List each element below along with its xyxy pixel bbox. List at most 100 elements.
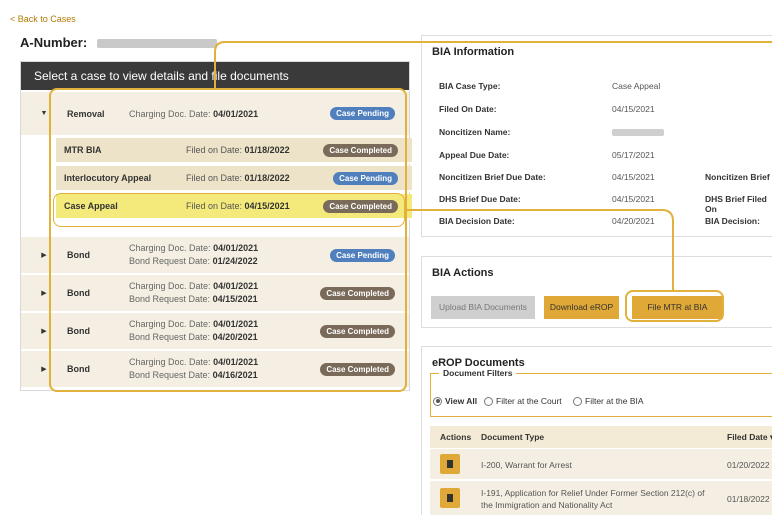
caret-right-icon[interactable]: ▶ bbox=[37, 327, 51, 335]
sub-case-date: Filed on Date: 01/18/2022 bbox=[186, 145, 290, 155]
document-filters: Document Filters View All Filter at the … bbox=[430, 368, 772, 417]
sub-case-date: Filed on Date: 01/18/2022 bbox=[186, 173, 290, 183]
field-label: Noncitizen Brief Fi bbox=[705, 172, 772, 182]
filed-label: Filed on Date: bbox=[186, 145, 243, 155]
back-to-cases-link[interactable]: < Back to Cases bbox=[10, 14, 76, 24]
filed-label: Filed on Date: bbox=[186, 201, 243, 211]
case-row-bond[interactable]: ▶ Bond Charging Doc. Date: 04/01/2021 Bo… bbox=[21, 313, 409, 350]
filter-at-court[interactable]: Filter at the Court bbox=[484, 396, 562, 406]
document-icon[interactable] bbox=[440, 454, 460, 474]
download-erop-button[interactable]: Download eROP bbox=[544, 296, 619, 319]
document-type: I-191, Application for Relief Under Form… bbox=[481, 487, 704, 511]
a-number-label: A-Number: bbox=[20, 35, 88, 50]
case-type: Bond bbox=[67, 364, 90, 374]
caret-right-icon[interactable]: ▶ bbox=[37, 251, 51, 259]
filed-date: 01/18/2022 bbox=[244, 173, 290, 183]
radio-selected-icon[interactable] bbox=[433, 396, 442, 406]
field-value: 04/15/2021 bbox=[612, 172, 655, 182]
case-panel-title: Select a case to view details and file d… bbox=[21, 62, 409, 90]
erop-documents-title: eROP Documents bbox=[432, 357, 525, 369]
case-type: Bond bbox=[67, 326, 90, 336]
filed-date: 01/18/2022 bbox=[727, 494, 770, 504]
status-badge: Case Completed bbox=[323, 143, 398, 157]
field-value: 04/20/2021 bbox=[612, 216, 655, 226]
field-value: Case Appeal bbox=[612, 81, 661, 91]
charging-doc: Charging Doc. Date: 04/01/2021 bbox=[129, 109, 258, 119]
filter-label: Filter at the BIA bbox=[585, 396, 644, 406]
filter-label: Filter at the Court bbox=[496, 396, 562, 406]
field-label: Appeal Due Date: bbox=[439, 150, 510, 160]
sub-case-case-appeal[interactable]: Case Appeal Filed on Date: 04/15/2021 Ca… bbox=[56, 194, 412, 220]
charge-date: 04/01/2021 bbox=[213, 281, 259, 291]
filter-at-bia[interactable]: Filter at the BIA bbox=[573, 396, 644, 406]
field-label: Noncitizen Name: bbox=[439, 127, 511, 137]
caret-down-icon[interactable]: ▼ bbox=[37, 110, 51, 117]
status-badge: Case Completed bbox=[320, 324, 395, 338]
bond-request-label: Bond Request Date: bbox=[129, 370, 211, 380]
case-panel: Select a case to view details and file d… bbox=[20, 61, 412, 391]
charge-label: Charging Doc. Date: bbox=[129, 357, 211, 367]
case-row-removal[interactable]: ▼ Removal Charging Doc. Date: 04/01/2021… bbox=[21, 92, 409, 136]
bond-request-date: 04/20/2021 bbox=[212, 332, 258, 342]
sub-case-date: Filed on Date: 04/15/2021 bbox=[186, 201, 290, 211]
charge-date: 04/01/2021 bbox=[213, 319, 259, 329]
bond-request-date: 04/16/2021 bbox=[212, 370, 258, 380]
field-label: Filed On Date: bbox=[439, 104, 497, 114]
status-badge: Case Completed bbox=[320, 362, 395, 376]
status-badge: Case Pending bbox=[333, 171, 398, 185]
document-type-line2: the Immigration and Nationality Act bbox=[481, 500, 613, 510]
charge-label: Charging Doc. Date: bbox=[129, 319, 211, 329]
erop-documents-card: eROP Documents Document Filters View All… bbox=[421, 346, 772, 515]
charge-label: Charging Doc. Date: bbox=[129, 243, 211, 253]
filed-label: Filed on Date: bbox=[186, 173, 243, 183]
table-row: I-200, Warrant for Arrest 01/20/2022 bbox=[430, 449, 772, 480]
table-row: I-191, Application for Relief Under Form… bbox=[430, 481, 772, 515]
bond-request-label: Bond Request Date: bbox=[129, 256, 211, 266]
bond-request-date: 04/15/2021 bbox=[212, 294, 258, 304]
filed-date: 01/18/2022 bbox=[244, 145, 290, 155]
document-type: I-200, Warrant for Arrest bbox=[481, 460, 572, 470]
case-row-bond[interactable]: ▶ Bond Charging Doc. Date: 04/01/2021 Bo… bbox=[21, 275, 409, 312]
field-label: DHS Brief Filed On bbox=[705, 194, 767, 214]
bond-dates: Charging Doc. Date: 04/01/2021 Bond Requ… bbox=[129, 356, 258, 382]
column-filed-date[interactable]: Filed Date ▾ bbox=[727, 432, 772, 443]
column-actions: Actions bbox=[440, 432, 472, 442]
filed-date: 04/15/2021 bbox=[244, 201, 290, 211]
bia-actions-title: BIA Actions bbox=[432, 267, 494, 279]
caret-right-icon[interactable]: ▶ bbox=[37, 365, 51, 373]
field-value: 05/17/2021 bbox=[612, 150, 655, 160]
sub-case-type: Interlocutory Appeal bbox=[64, 173, 152, 183]
case-row-bond[interactable]: ▶ Bond Charging Doc. Date: 04/01/2021 Bo… bbox=[21, 351, 409, 388]
charge-label: Charging Doc. Date: bbox=[129, 108, 211, 119]
filed-date: 01/20/2022 bbox=[727, 460, 770, 470]
sub-case-mtr-bia[interactable]: MTR BIA Filed on Date: 01/18/2022 Case C… bbox=[56, 138, 412, 164]
redacted-a-number bbox=[96, 39, 217, 49]
case-type: Bond bbox=[67, 288, 90, 298]
document-icon[interactable] bbox=[440, 488, 460, 508]
field-value: 04/15/2021 bbox=[612, 194, 655, 204]
sub-case-interlocutory[interactable]: Interlocutory Appeal Filed on Date: 01/1… bbox=[56, 166, 412, 192]
charge-label: Charging Doc. Date: bbox=[129, 281, 211, 291]
case-row-bond[interactable]: ▶ Bond Charging Doc. Date: 04/01/2021 Bo… bbox=[21, 237, 409, 274]
radio-icon[interactable] bbox=[573, 396, 582, 406]
sub-case-type: MTR BIA bbox=[64, 145, 102, 155]
bia-information-card: BIA Information BIA Case Type: Case Appe… bbox=[421, 35, 772, 237]
field-label: BIA Decision Date: bbox=[439, 216, 515, 226]
status-badge: Case Completed bbox=[323, 199, 398, 213]
caret-right-icon[interactable]: ▶ bbox=[37, 289, 51, 297]
upload-bia-documents-button[interactable]: Upload BIA Documents bbox=[431, 296, 535, 319]
redacted-name bbox=[612, 129, 664, 136]
radio-icon[interactable] bbox=[484, 396, 493, 406]
erop-table-header: Actions Document Type Filed Date ▾ bbox=[430, 426, 772, 448]
charge-date: 04/01/2021 bbox=[213, 108, 259, 119]
filter-view-all[interactable]: View All bbox=[433, 396, 477, 406]
file-mtr-at-bia-button[interactable]: File MTR at BIA bbox=[632, 296, 723, 319]
field-label: BIA Decision: bbox=[705, 216, 760, 226]
case-type: Bond bbox=[67, 250, 90, 260]
sub-case-type: Case Appeal bbox=[64, 201, 118, 211]
charge-date: 04/01/2021 bbox=[213, 243, 259, 253]
status-badge: Case Completed bbox=[320, 286, 395, 300]
column-document-type[interactable]: Document Type bbox=[481, 432, 544, 442]
case-type: Removal bbox=[67, 108, 105, 119]
charge-date: 04/01/2021 bbox=[213, 357, 259, 367]
